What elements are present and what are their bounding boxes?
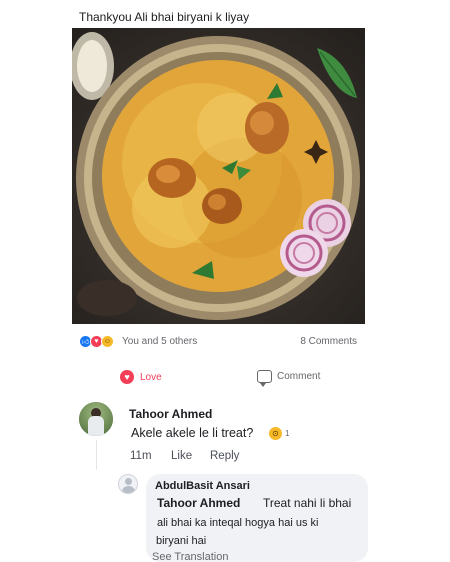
reactions-summary[interactable]: You and 5 others: [122, 336, 197, 347]
haha-icon: ☺: [101, 335, 114, 348]
comment-button[interactable]: Comment: [257, 370, 321, 387]
avatar[interactable]: [79, 402, 113, 436]
thread-line: [96, 440, 97, 470]
comment-like-button[interactable]: Like: [171, 450, 192, 462]
reply-avatar[interactable]: [118, 474, 138, 494]
wow-icon: ⊙: [269, 427, 282, 440]
see-translation-link[interactable]: See Translation: [152, 551, 228, 562]
love-label: Love: [140, 371, 162, 383]
reply-text-line: Treat nahi li bhai: [263, 496, 352, 510]
heart-icon: ♥: [120, 370, 134, 384]
reply-text-line: biryani hai: [156, 535, 207, 547]
post-caption: Thankyou Ali bhai biryani k liyay: [79, 10, 250, 24]
comment-author[interactable]: Tahoor Ahmed: [129, 407, 212, 421]
biryani-photo-illustration: [72, 32, 360, 320]
comment-label: Comment: [277, 371, 321, 382]
reactions-bar[interactable]: 👍︎ ♥ ☺ You and 5 others 8 Comments: [79, 334, 357, 350]
comment-reaction-count: 1: [285, 429, 290, 438]
love-button[interactable]: ♥ Love: [120, 370, 162, 384]
comment-reaction[interactable]: ⊙ 1: [269, 427, 289, 440]
reaction-icons: 👍︎ ♥ ☺: [79, 335, 114, 348]
reply-text-line: ali bhai ka inteqal hogya hai us ki: [157, 517, 319, 529]
post-photo[interactable]: [72, 28, 365, 324]
reply-author[interactable]: AbdulBasit Ansari: [155, 480, 250, 492]
comment-reply-button[interactable]: Reply: [210, 450, 239, 462]
comment-timestamp: 11m: [130, 450, 152, 462]
comment-text: Akele akele le li treat?: [131, 426, 254, 440]
comment-count[interactable]: 8 Comments: [300, 336, 357, 347]
reply-mention[interactable]: Tahoor Ahmed: [157, 496, 240, 510]
comment-icon: [257, 370, 272, 387]
